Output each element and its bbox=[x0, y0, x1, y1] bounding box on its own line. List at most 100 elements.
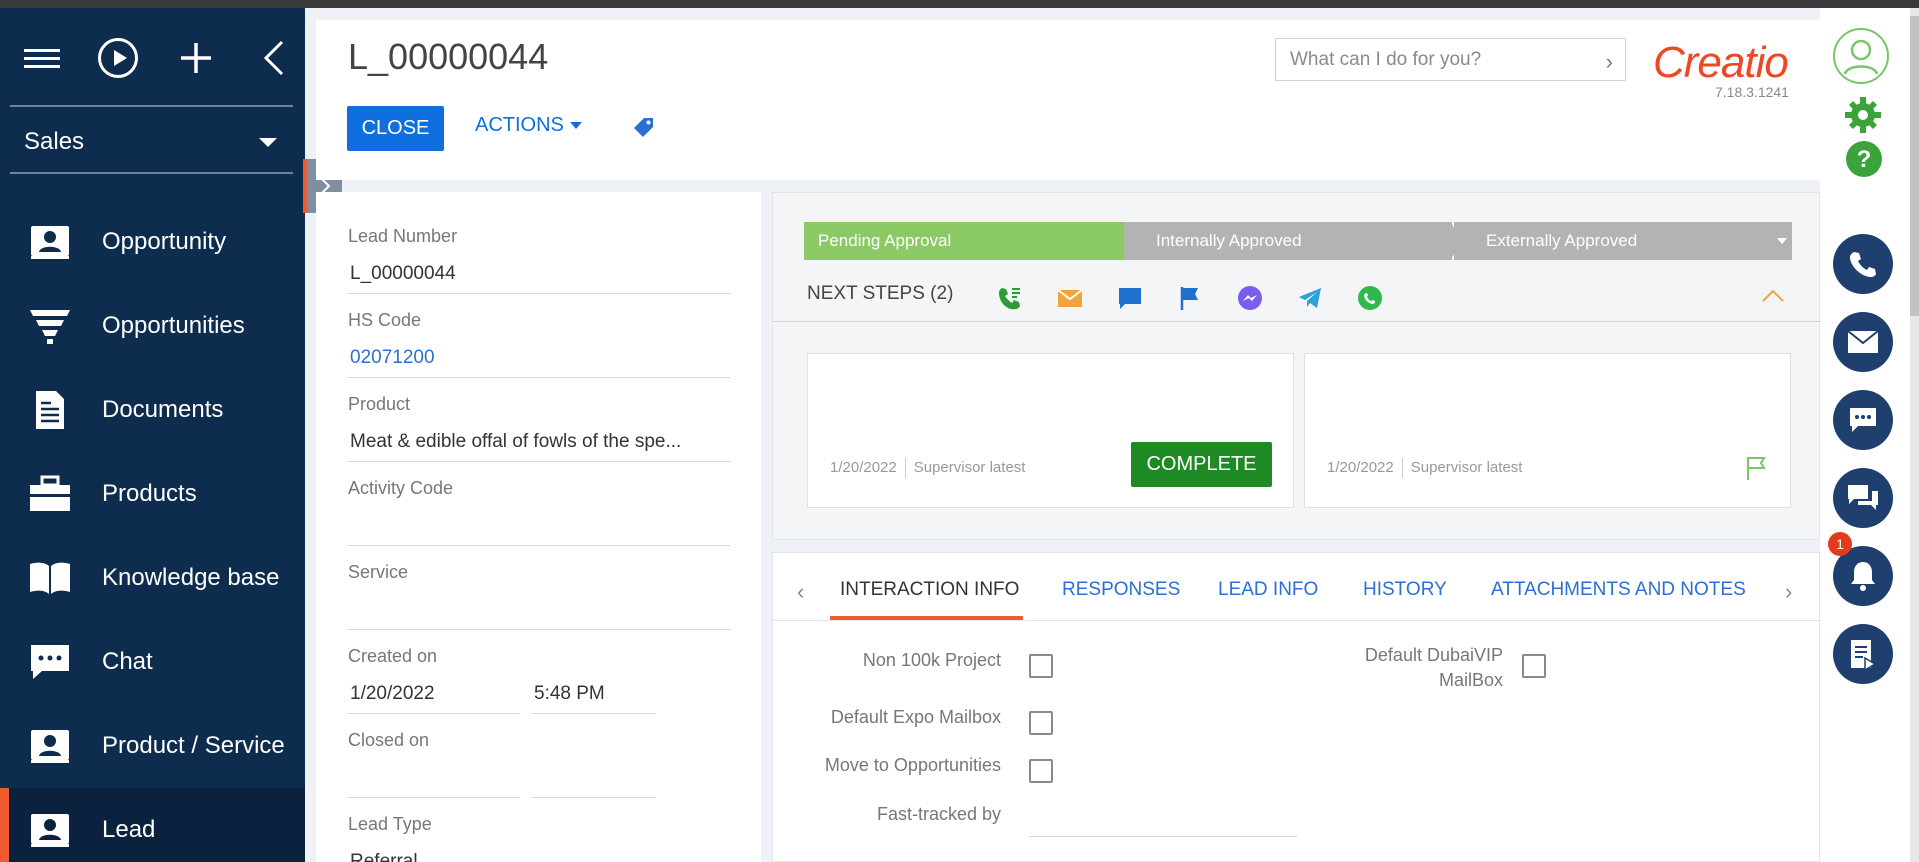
page-scrollbar-thumb[interactable] bbox=[1910, 16, 1919, 316]
sidebar-item-lead[interactable]: Lead bbox=[0, 788, 305, 862]
gear-icon[interactable] bbox=[1843, 95, 1883, 135]
hs-code-link[interactable]: 02071200 bbox=[350, 347, 435, 369]
chevron-up-icon[interactable] bbox=[1761, 287, 1785, 303]
stage-pending-approval[interactable]: Pending Approval bbox=[804, 222, 1126, 260]
search-placeholder: What can I do for you? bbox=[1290, 49, 1482, 70]
message-icon bbox=[1850, 408, 1876, 432]
product-field[interactable]: Meat & edible offal of fowls of the spe.… bbox=[350, 431, 710, 453]
whatsapp-icon[interactable] bbox=[1357, 285, 1383, 311]
message-button[interactable] bbox=[1833, 390, 1893, 450]
stages-and-next-steps-panel: Pending Approval Internally Approved Ext… bbox=[772, 192, 1821, 540]
stage-internally-approved[interactable]: Internally Approved bbox=[1124, 222, 1452, 260]
search-input[interactable]: What can I do for you? › bbox=[1275, 38, 1626, 81]
tab-interaction-info[interactable]: INTERACTION INFO bbox=[840, 579, 1019, 601]
sidebar-item-chat[interactable]: Chat bbox=[0, 620, 305, 704]
chevron-right-icon: › bbox=[1605, 49, 1613, 74]
bell-icon bbox=[1851, 562, 1875, 591]
phone-call-icon[interactable] bbox=[997, 285, 1023, 311]
next-step-owner: Supervisor latest bbox=[1410, 458, 1523, 476]
non-100k-project-checkbox[interactable] bbox=[1029, 654, 1053, 678]
created-on-time-field[interactable]: 5:48 PM bbox=[534, 683, 605, 705]
email-icon[interactable] bbox=[1057, 285, 1083, 311]
next-steps-title[interactable]: NEXT STEPS (2) bbox=[807, 283, 953, 305]
actions-button[interactable]: ACTIONS bbox=[475, 114, 582, 137]
field-underline bbox=[348, 461, 730, 462]
activity-code-field[interactable] bbox=[348, 545, 730, 546]
chat-bubble-icon bbox=[31, 645, 69, 679]
messenger-icon[interactable] bbox=[1237, 285, 1263, 311]
lead-type-field[interactable]: Referral bbox=[350, 851, 418, 862]
sidebar-item-opportunities[interactable]: Opportunities bbox=[0, 284, 305, 368]
email-button[interactable] bbox=[1833, 312, 1893, 372]
default-dubaivip-mailbox-checkbox[interactable] bbox=[1522, 654, 1546, 678]
move-to-opportunities-label: Move to Opportunities bbox=[824, 755, 1001, 775]
default-expo-mailbox-checkbox[interactable] bbox=[1029, 711, 1053, 735]
chat-button[interactable] bbox=[1833, 468, 1893, 528]
version-label: 7.18.3.1241 bbox=[1715, 84, 1789, 100]
default-dubaivip-mailbox-label: Default DubaiVIP MailBox bbox=[1293, 645, 1503, 691]
sidebar-item-label: Opportunities bbox=[102, 312, 245, 339]
complete-button[interactable]: COMPLETE bbox=[1131, 442, 1272, 487]
next-step-owner: Supervisor latest bbox=[913, 458, 1026, 476]
sidebar-item-knowledge-base[interactable]: Knowledge base bbox=[0, 536, 305, 620]
sidebar-item-label: Documents bbox=[102, 396, 224, 423]
tabs-scroll-left-icon[interactable]: ‹ bbox=[797, 579, 804, 605]
non-100k-project-label: Non 100k Project bbox=[862, 650, 1001, 670]
book-icon bbox=[30, 562, 70, 594]
flag-icon[interactable] bbox=[1177, 285, 1203, 311]
lead-details-panel: Lead Number L_00000044 HS Code 02071200 … bbox=[316, 192, 761, 862]
email-icon bbox=[1847, 330, 1879, 353]
field-underline bbox=[348, 377, 730, 378]
play-process-icon[interactable] bbox=[96, 36, 140, 80]
close-button[interactable]: CLOSE bbox=[347, 106, 444, 151]
sidebar-item-products[interactable]: Products bbox=[0, 452, 305, 536]
hamburger-menu-icon[interactable] bbox=[20, 36, 64, 80]
add-icon[interactable] bbox=[174, 36, 218, 80]
help-icon[interactable]: ? bbox=[1844, 139, 1884, 179]
created-on-date-field[interactable]: 1/20/2022 bbox=[350, 683, 435, 705]
page-header: L_00000044 CLOSE ACTIONS What can I do f… bbox=[316, 20, 1820, 180]
service-field[interactable] bbox=[348, 629, 730, 630]
stage-dropdown-icon[interactable] bbox=[1777, 238, 1787, 244]
field-underline bbox=[348, 713, 520, 714]
tab-responses[interactable]: RESPONSES bbox=[1062, 579, 1180, 601]
sidebar-item-label: Chat bbox=[102, 648, 153, 675]
flag-icon[interactable] bbox=[1744, 455, 1768, 481]
chat-icon bbox=[1848, 485, 1878, 510]
message-icon[interactable] bbox=[1117, 285, 1143, 311]
logo: Creatio bbox=[1653, 38, 1789, 87]
move-to-opportunities-checkbox[interactable] bbox=[1029, 759, 1053, 783]
user-avatar-icon[interactable] bbox=[1833, 28, 1889, 84]
stage-externally-approved[interactable]: Externally Approved bbox=[1454, 222, 1792, 260]
process-log-icon bbox=[1851, 640, 1877, 670]
sidebar-item-opportunity[interactable]: Opportunity bbox=[0, 200, 305, 284]
next-step-card[interactable]: 1/20/2022 Supervisor latest COMPLETE bbox=[807, 353, 1294, 508]
tabs-scroll-right-icon[interactable]: › bbox=[1785, 579, 1792, 605]
next-steps-actions bbox=[997, 285, 1383, 311]
fast-tracked-by-field[interactable] bbox=[1029, 836, 1297, 837]
funnel-icon bbox=[30, 310, 70, 344]
tag-icon[interactable] bbox=[632, 116, 656, 140]
section-selector[interactable]: Sales bbox=[0, 114, 305, 170]
lead-number-field[interactable]: L_00000044 bbox=[350, 263, 456, 285]
closed-on-date-field[interactable] bbox=[348, 797, 520, 798]
chevron-down-icon bbox=[569, 122, 582, 130]
phone-button[interactable] bbox=[1833, 234, 1893, 294]
document-icon bbox=[36, 391, 64, 429]
sidebar-item-documents[interactable]: Documents bbox=[0, 368, 305, 452]
collapse-left-icon[interactable] bbox=[252, 36, 296, 80]
sidebar-item-label: Product / Service bbox=[102, 732, 285, 759]
tab-attachments-and-notes[interactable]: ATTACHMENTS AND NOTES bbox=[1491, 579, 1746, 601]
sidebar-item-product-service[interactable]: Product / Service bbox=[0, 704, 305, 788]
process-log-button[interactable] bbox=[1833, 624, 1893, 684]
svg-text:?: ? bbox=[1857, 146, 1872, 173]
field-underline bbox=[532, 713, 656, 714]
phone-icon bbox=[1850, 252, 1876, 277]
tab-history[interactable]: HISTORY bbox=[1363, 579, 1447, 601]
activity-code-label: Activity Code bbox=[348, 478, 454, 498]
telegram-icon[interactable] bbox=[1297, 285, 1323, 311]
tab-lead-info[interactable]: LEAD INFO bbox=[1218, 579, 1318, 601]
default-dubaivip-mailbox-label-line1: Default DubaiVIP bbox=[1364, 645, 1503, 665]
closed-on-time-field[interactable] bbox=[532, 797, 656, 798]
next-step-card[interactable]: 1/20/2022 Supervisor latest bbox=[1304, 353, 1791, 508]
